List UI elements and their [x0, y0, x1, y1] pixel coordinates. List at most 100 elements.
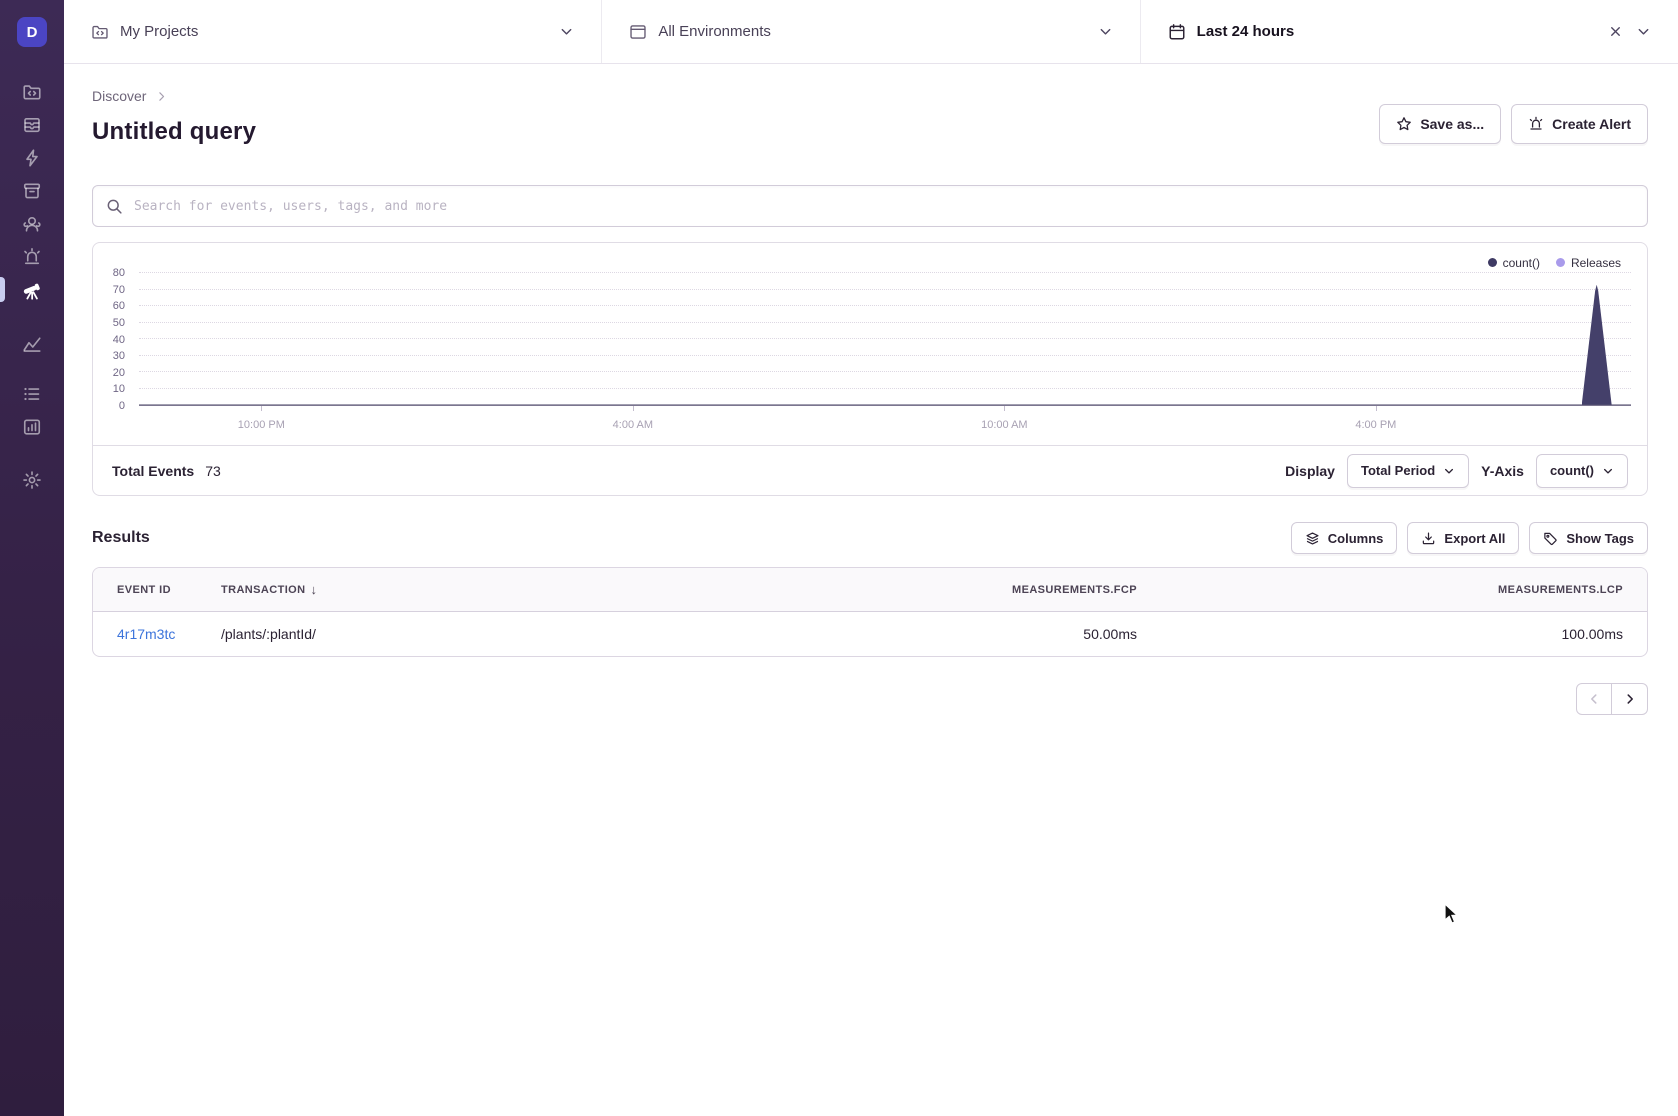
project-selector[interactable]: My Projects [64, 0, 601, 63]
releases-legend-dot [1556, 258, 1565, 267]
breadcrumb-discover[interactable]: Discover [92, 88, 146, 104]
x-axis-tick-label: 4:00 PM [1355, 419, 1396, 431]
total-events-value: 73 [205, 463, 221, 479]
project-selector-label: My Projects [120, 23, 198, 40]
y-axis-tick-label: 80 [113, 267, 125, 279]
x-axis-tick-mark [633, 406, 634, 411]
sidebar-item-user-feedback[interactable] [0, 207, 64, 240]
sidebar-item-monitors[interactable] [0, 377, 64, 410]
avatar[interactable]: D [17, 17, 47, 47]
chevron-down-icon [1636, 24, 1651, 39]
settings-icon [22, 470, 42, 490]
table-row: 4r17m3tc /plants/:plantId/ 50.00ms 100.0… [93, 612, 1647, 656]
issues-icon [22, 115, 42, 135]
sidebar-item-stats[interactable] [0, 410, 64, 443]
projects-icon [22, 82, 42, 102]
results-heading: Results [92, 529, 150, 547]
show-tags-button[interactable]: Show Tags [1529, 522, 1648, 554]
chevron-down-icon [559, 24, 574, 39]
count-series-spike [1582, 285, 1612, 405]
alerts-icon [22, 247, 42, 267]
clear-date-icon[interactable] [1608, 24, 1623, 39]
legend-item-releases[interactable]: Releases [1556, 256, 1621, 269]
user-feedback-icon [22, 214, 42, 234]
display-dropdown[interactable]: Total Period [1347, 454, 1469, 488]
chart-x-labels: 10:00 PM4:00 AM10:00 AM4:00 PM [139, 419, 1631, 435]
chevron-down-icon [1602, 465, 1614, 477]
projects-icon [91, 23, 109, 41]
column-header-event-id[interactable]: EVENT ID [93, 584, 197, 596]
chevron-left-icon [1587, 692, 1601, 706]
event-id-link[interactable]: 4r17m3tc [117, 626, 175, 642]
chart-gridline [139, 355, 1631, 356]
x-axis-tick-label: 4:00 AM [613, 419, 653, 431]
y-axis-tick-label: 30 [113, 350, 125, 362]
environment-selector-label: All Environments [658, 23, 771, 40]
chart-gridline [139, 322, 1631, 323]
date-range-label: Last 24 hours [1197, 23, 1295, 40]
sidebar: D [0, 0, 64, 1116]
results-table: EVENT ID TRANSACTION ↓ MEASUREMENTS.FCP … [92, 567, 1648, 657]
create-alert-button[interactable]: Create Alert [1511, 104, 1648, 144]
chart-gridline [139, 371, 1631, 372]
column-header-transaction[interactable]: TRANSACTION ↓ [197, 582, 861, 597]
column-header-measurements-lcp[interactable]: MEASUREMENTS.LCP [1161, 584, 1647, 596]
search-input[interactable] [132, 198, 1634, 215]
sidebar-item-releases[interactable] [0, 174, 64, 207]
sidebar-item-projects[interactable] [0, 75, 64, 108]
stats-icon [22, 417, 42, 437]
x-axis-tick-label: 10:00 PM [238, 419, 285, 431]
search-icon [106, 198, 123, 215]
export-all-button[interactable]: Export All [1407, 522, 1519, 554]
x-axis-tick-mark [1376, 406, 1377, 411]
sidebar-nav [0, 75, 64, 496]
chart-gridline [139, 388, 1631, 389]
y-axis-tick-label: 10 [113, 383, 125, 395]
sidebar-item-issues[interactable] [0, 108, 64, 141]
search-bar [92, 185, 1648, 227]
environment-selector[interactable]: All Environments [601, 0, 1139, 63]
star-icon [1396, 116, 1412, 132]
chevron-right-icon [155, 90, 168, 103]
chevron-right-icon [1623, 692, 1637, 706]
breadcrumb: Discover [92, 88, 256, 104]
y-axis-tick-label: 60 [113, 300, 125, 312]
y-axis-label: Y-Axis [1481, 463, 1524, 479]
pagination-next-button[interactable] [1612, 683, 1648, 715]
total-events: Total Events 73 [112, 463, 221, 479]
sidebar-item-performance[interactable] [0, 141, 64, 174]
column-header-measurements-fcp[interactable]: MEASUREMENTS.FCP [861, 584, 1161, 596]
chart-gridline [139, 272, 1631, 273]
sidebar-item-alerts[interactable] [0, 240, 64, 273]
save-as-button[interactable]: Save as... [1379, 104, 1501, 144]
pagination-prev-button[interactable] [1576, 683, 1612, 715]
dashboards-icon [22, 334, 42, 354]
chart-plot [139, 273, 1631, 406]
x-axis-tick-mark [1004, 406, 1005, 411]
legend-item-count[interactable]: count() [1488, 256, 1540, 269]
chart-gridline [139, 338, 1631, 339]
y-axis-tick-label: 50 [113, 317, 125, 329]
y-axis-tick-label: 40 [113, 334, 125, 346]
window-icon [629, 23, 647, 41]
columns-button[interactable]: Columns [1291, 522, 1398, 554]
tag-icon [1543, 531, 1558, 546]
date-range-selector[interactable]: Last 24 hours [1140, 0, 1678, 63]
event-id-cell: 4r17m3tc [93, 626, 197, 642]
measurements-lcp-cell: 100.00ms [1161, 626, 1647, 642]
transaction-cell: /plants/:plantId/ [197, 626, 861, 642]
sidebar-item-dashboards[interactable] [0, 327, 64, 360]
chart-y-labels: 01020304050607080 [93, 273, 133, 406]
events-chart-panel: count() Releases 01020304050607080 10:00… [92, 242, 1648, 496]
count-legend-dot [1488, 258, 1497, 267]
releases-icon [22, 181, 42, 201]
discover-icon [21, 279, 43, 301]
sort-desc-icon: ↓ [310, 582, 317, 597]
chart-area: 01020304050607080 10:00 PM4:00 AM10:00 A… [93, 269, 1631, 445]
y-axis-dropdown[interactable]: count() [1536, 454, 1628, 488]
sidebar-item-settings[interactable] [0, 463, 64, 496]
sidebar-item-discover[interactable] [0, 273, 64, 306]
y-axis-tick-label: 70 [113, 284, 125, 296]
y-axis-tick-label: 20 [113, 367, 125, 379]
table-header-row: EVENT ID TRANSACTION ↓ MEASUREMENTS.FCP … [93, 568, 1647, 612]
